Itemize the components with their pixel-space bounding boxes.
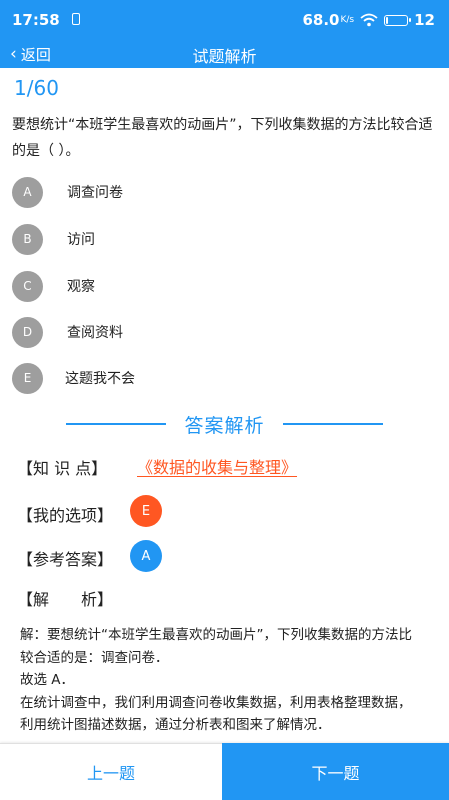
bottom-bar: 上一题 下一题 — [0, 743, 449, 800]
question-text: 要想统计“本班学生最喜欢的动画片”，下列收集数据的方法比较合适的是（ ）。 — [12, 117, 433, 159]
status-time: 17:58 — [12, 11, 60, 29]
battery-icon — [384, 14, 412, 26]
page-title: 试题解析 — [192, 47, 257, 66]
nav-bar: ‹ 返回 试题解析 — [0, 38, 449, 68]
option-letter: C — [12, 270, 43, 302]
option-text: 观察 — [67, 279, 95, 295]
sim-icon — [72, 13, 80, 25]
option-text: 查阅资料 — [67, 325, 123, 341]
status-bar: 17:58 68.0K/s 12 — [0, 0, 449, 38]
analysis-line: 在统计调查中，我们利用调查问卷收集数据，利用表格整理数据，利用统计图描述数据，通… — [20, 694, 412, 734]
question-number: 1/60 — [14, 76, 59, 100]
option-letter: D — [12, 316, 43, 348]
wifi-icon — [360, 13, 378, 27]
option-text: 这题我不会 — [65, 371, 135, 387]
next-question-button[interactable]: 下一题 — [222, 743, 449, 800]
reference-label: 【参考答案】 — [17, 550, 114, 569]
analysis-line: 解：要想统计“本班学生最喜欢的动画片”，下列收集数据的方法比较合适的是：调查问卷… — [20, 627, 412, 666]
analysis-text: 解：要想统计“本班学生最喜欢的动画片”，下列收集数据的方法比较合适的是：调查问卷… — [20, 624, 420, 737]
analysis-label: 【解 析】 — [17, 590, 114, 609]
option-text: 访问 — [67, 232, 95, 248]
option-e[interactable]: E 这题我不会 — [12, 362, 135, 394]
option-b[interactable]: B 访问 — [12, 223, 95, 255]
knowledge-label: 【知 识 点】 — [17, 459, 108, 478]
option-d[interactable]: D 查阅资料 — [12, 316, 123, 348]
battery-level: 12 — [414, 11, 435, 29]
analysis-line: 故选 A． — [20, 672, 75, 688]
option-c[interactable]: C 观察 — [12, 270, 95, 302]
knowledge-link[interactable]: 《数据的收集与整理》 — [137, 454, 297, 478]
option-text: 调查问卷 — [67, 185, 123, 201]
network-speed: 68.0K/s — [302, 11, 355, 29]
prev-question-button[interactable]: 上一题 — [0, 743, 222, 800]
option-letter: A — [12, 176, 43, 208]
status-right: 68.0K/s 12 — [302, 11, 435, 29]
option-a[interactable]: A 调查问卷 — [12, 176, 123, 208]
my-choice-badge: E — [130, 495, 162, 527]
option-letter: B — [12, 223, 43, 255]
answer-section-title: 答案解析 — [184, 415, 265, 437]
my-choice-label: 【我的选项】 — [17, 506, 114, 525]
option-letter: E — [12, 362, 43, 394]
reference-answer-badge: A — [130, 540, 162, 572]
